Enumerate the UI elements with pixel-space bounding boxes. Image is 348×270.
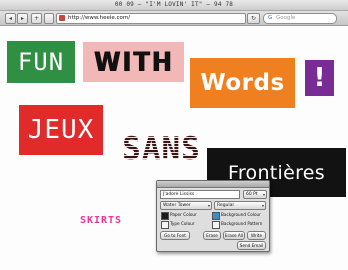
search-input[interactable]: G Google: [263, 13, 337, 24]
send-email-button[interactable]: Send Email: [237, 241, 266, 250]
erase-all-button[interactable]: Erase All: [223, 231, 245, 240]
fun-text: FUN: [17, 48, 65, 76]
chevron-down-icon: ▾: [262, 192, 265, 197]
skirts-text: SKIRTS: [79, 214, 123, 226]
title-bar[interactable]: 00 09 – "I'M LOVIN' IT" – 94 78: [0, 0, 348, 11]
browser-toolbar: ◂ ▸ + http://www.heeie.com/ ↻ G Google: [0, 11, 348, 26]
google-search-icon: G: [268, 15, 273, 21]
font-panel: J'adore Lississ 60 Pt ▾ Water Tower ▾ Re…: [156, 180, 270, 252]
favicon-icon: [59, 15, 65, 21]
exclamation-text: !: [313, 63, 326, 93]
style-select[interactable]: Regular ▾: [214, 201, 266, 210]
font-panel-title-bar[interactable]: [157, 181, 269, 188]
search-placeholder: Google: [276, 15, 296, 21]
paper-colour-swatch[interactable]: [161, 212, 169, 220]
paper-colour-label: Paper Colour: [170, 212, 197, 217]
add-bookmark-button[interactable]: +: [31, 13, 42, 24]
chevron-down-icon: ▾: [207, 203, 210, 208]
style-select-value: Regular: [217, 203, 235, 208]
page-menu-button[interactable]: [44, 13, 54, 24]
browser-window: 00 09 – "I'M LOVIN' IT" – 94 78 ◂ ▸ + ht…: [0, 0, 348, 270]
sans-word-block: SANS: [104, 128, 219, 170]
reload-button[interactable]: ↻: [247, 13, 260, 24]
write-button[interactable]: Write: [247, 231, 266, 240]
background-colour-swatch[interactable]: [212, 212, 220, 220]
fun-word-block: FUN: [7, 41, 75, 83]
skirts-word-block: SKIRTS: [66, 211, 136, 229]
type-colour-label: Type Colour: [170, 221, 195, 226]
words-word-block: Words: [190, 58, 295, 108]
text-input[interactable]: J'adore Lississ: [160, 190, 240, 199]
sans-text: SANS: [122, 131, 201, 167]
background-pattern-label: Background Pattern: [221, 221, 263, 226]
background-colour-label: Background Colour: [221, 212, 261, 217]
exclamation-block: !: [305, 60, 334, 96]
with-text: WITH: [93, 46, 174, 78]
jeux-word-block: JEUX: [19, 105, 103, 155]
type-colour-swatch[interactable]: [161, 221, 169, 229]
forward-button[interactable]: ▸: [17, 13, 28, 24]
go-to-font-button[interactable]: Go to Font: [160, 231, 190, 240]
chevron-down-icon: ▾: [261, 203, 264, 208]
address-bar[interactable]: http://www.heeie.com/: [56, 13, 246, 24]
font-select-value: Water Tower: [163, 203, 191, 208]
size-select[interactable]: 60 Pt ▾: [243, 190, 267, 199]
size-select-value: 60 Pt: [246, 192, 258, 197]
with-word-block: WITH: [83, 42, 184, 82]
back-button[interactable]: ◂: [5, 13, 16, 24]
address-bar-url: http://www.heeie.com/: [68, 15, 131, 21]
words-text: Words: [200, 70, 285, 96]
font-select[interactable]: Water Tower ▾: [160, 201, 212, 210]
erase-button[interactable]: Erase: [203, 231, 221, 240]
window-title: 00 09 – "I'M LOVIN' IT" – 94 78: [114, 1, 234, 8]
background-pattern-swatch[interactable]: [212, 221, 220, 229]
jeux-text: JEUX: [27, 115, 95, 145]
